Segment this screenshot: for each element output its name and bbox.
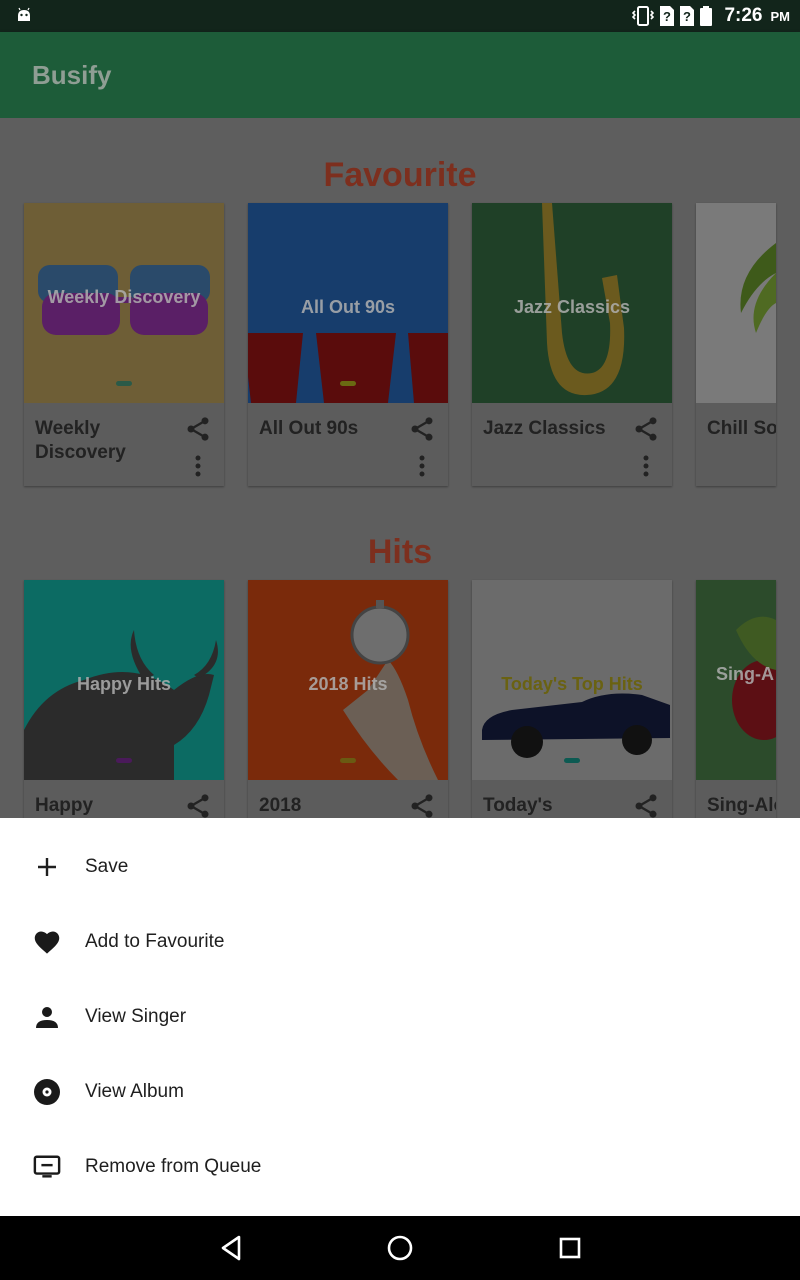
playlist-card[interactable]: All Out 90s All Out 90s <box>248 203 448 486</box>
heart-icon <box>33 928 61 956</box>
playlist-card[interactable]: Sing-A Sing-Alo <box>696 580 776 818</box>
menu-item-label: View Album <box>85 1080 184 1102</box>
share-icon[interactable] <box>632 415 660 443</box>
section-title-hits: Hits <box>367 533 433 571</box>
playlist-card[interactable]: Weekly Discovery Weekly Discovery <box>24 203 224 486</box>
art-label: Weekly Discovery <box>47 287 201 307</box>
art-dot <box>340 381 356 386</box>
share-icon[interactable] <box>632 792 660 818</box>
art-label: Jazz Classics <box>513 297 631 317</box>
menu-item-save[interactable]: Save <box>0 829 800 904</box>
bottom-sheet: Save Add to Favourite View Singer View A… <box>0 818 800 1216</box>
clock-time: 7:26 <box>724 5 763 26</box>
playlist-name: Chill Songs <box>707 418 776 439</box>
back-icon[interactable] <box>215 1232 247 1264</box>
clock-ampm: PM <box>770 8 791 24</box>
section-title-favourite: Favourite <box>323 156 477 194</box>
playlist-name: Weekly Discovery <box>35 418 126 463</box>
playlist-name: Happy <box>35 795 94 816</box>
playlist-art: Happy Hits <box>24 580 224 780</box>
more-vert-icon[interactable] <box>419 455 425 477</box>
share-icon[interactable] <box>184 415 212 443</box>
share-icon[interactable] <box>408 792 436 818</box>
more-vert-icon[interactable] <box>195 455 201 477</box>
palm-leaf-art <box>740 243 776 333</box>
art-dot <box>116 758 132 763</box>
playlist-art: Weekly Discovery <box>24 203 224 403</box>
playlist-card[interactable]: Today's Top Hits Today's <box>472 580 672 818</box>
content-scrim[interactable]: Favourite Weekly Discovery Weekly Discov… <box>0 118 800 818</box>
album-icon <box>33 1078 61 1106</box>
art-dot <box>340 758 356 763</box>
playlist-card[interactable]: Happy Hits Happy <box>24 580 224 818</box>
playlist-art <box>696 203 776 403</box>
art-dot <box>564 758 580 763</box>
share-icon[interactable] <box>408 415 436 443</box>
playlist-art: Sing-A <box>696 580 776 780</box>
art-label: Today's Top Hits <box>501 674 643 694</box>
playlist-art: Today's Top Hits <box>472 580 672 780</box>
person-icon <box>33 1003 61 1031</box>
menu-item-view-album[interactable]: View Album <box>0 1054 800 1129</box>
navigation-bar <box>0 1216 800 1280</box>
app-bar: Busify <box>0 32 800 118</box>
playlist-card[interactable]: 2018 Hits 2018 <box>248 580 448 818</box>
no-sim-icon: ? <box>660 6 675 26</box>
art-label: 2018 Hits <box>308 674 388 694</box>
status-bar: ? ? 7:26 PM <box>0 0 800 32</box>
menu-item-label: Add to Favourite <box>85 930 225 952</box>
art-label: Sing-A <box>716 664 774 684</box>
playlist-name: 2018 <box>259 795 302 816</box>
playlist-art: Jazz Classics <box>472 203 672 403</box>
menu-item-view-singer[interactable]: View Singer <box>0 979 800 1054</box>
menu-item-remove-from-queue[interactable]: Remove from Queue <box>0 1129 800 1204</box>
playlist-card[interactable]: Chill Songs <box>696 203 776 486</box>
art-dot <box>116 381 132 386</box>
recents-icon[interactable] <box>554 1232 586 1264</box>
vibrate-icon <box>632 6 655 26</box>
home-icon[interactable] <box>384 1232 416 1264</box>
svg-text:?: ? <box>683 9 691 24</box>
more-vert-icon[interactable] <box>643 455 649 477</box>
battery-icon <box>700 6 713 26</box>
plus-icon <box>33 853 61 881</box>
svg-text:?: ? <box>663 9 671 24</box>
playlist-name: Jazz Classics <box>483 418 606 439</box>
app-title: Busify <box>32 60 112 90</box>
android-icon <box>18 7 30 21</box>
no-sim-icon: ? <box>680 6 695 26</box>
playlist-name: All Out 90s <box>259 418 359 439</box>
art-label: All Out 90s <box>300 297 396 317</box>
playlist-name: Today's <box>483 795 553 816</box>
playlist-art: 2018 Hits <box>248 580 448 780</box>
remove-queue-icon <box>33 1153 61 1181</box>
playlist-art: All Out 90s <box>248 203 448 403</box>
menu-item-label: Save <box>85 855 129 877</box>
playlist-card[interactable]: Jazz Classics Jazz Classics <box>472 203 672 486</box>
playlist-name: Sing-Alo <box>707 795 776 816</box>
menu-item-label: Remove from Queue <box>85 1155 262 1177</box>
art-label: Happy Hits <box>76 674 172 694</box>
share-icon[interactable] <box>184 792 212 818</box>
menu-item-label: View Singer <box>85 1005 187 1027</box>
menu-item-add-to-favourite[interactable]: Add to Favourite <box>0 904 800 979</box>
